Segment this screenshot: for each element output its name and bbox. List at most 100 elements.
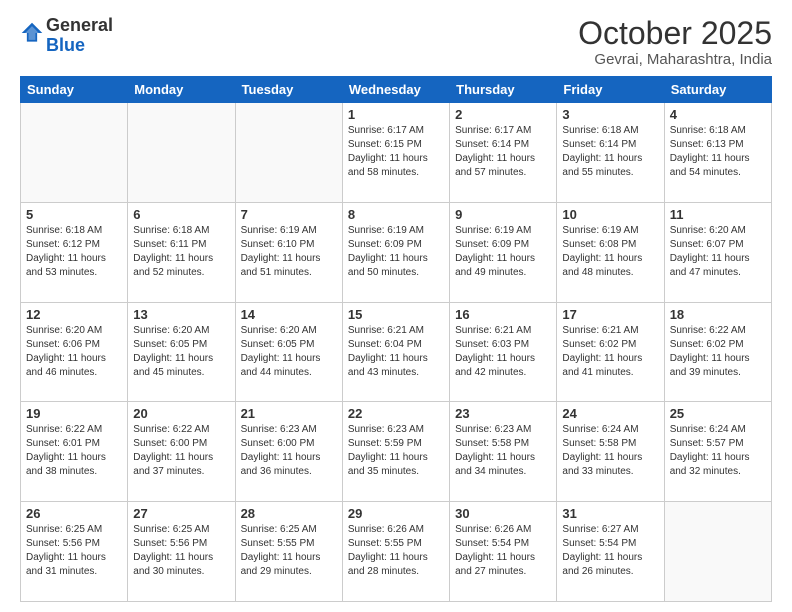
cell-info-14: Sunrise: 6:20 AM Sunset: 6:05 PM Dayligh…	[241, 324, 337, 380]
table-cell-1-5: 10 Sunrise: 6:19 AM Sunset: 6:08 PM Dayli…	[557, 202, 664, 302]
col-saturday: Saturday	[664, 77, 771, 103]
cell-info-12: Sunrise: 6:20 AM Sunset: 6:06 PM Dayligh…	[26, 324, 122, 380]
header: General Blue October 2025 Gevrai, Mahara…	[20, 16, 772, 68]
col-monday: Monday	[128, 77, 235, 103]
table-cell-0-2	[235, 103, 342, 203]
cell-info-22: Sunrise: 6:23 AM Sunset: 5:59 PM Dayligh…	[348, 423, 444, 479]
day-number-10: 10	[562, 207, 658, 222]
table-cell-2-4: 16 Sunrise: 6:21 AM Sunset: 6:03 PM Dayli…	[450, 302, 557, 402]
table-cell-1-0: 5 Sunrise: 6:18 AM Sunset: 6:12 PM Daylig…	[21, 202, 128, 302]
day-number-21: 21	[241, 406, 337, 421]
table-cell-3-6: 25 Sunrise: 6:24 AM Sunset: 5:57 PM Dayli…	[664, 402, 771, 502]
table-cell-4-3: 29Sunrise: 6:26 AM Sunset: 5:55 PM Dayli…	[342, 502, 449, 602]
cell-info-15: Sunrise: 6:21 AM Sunset: 6:04 PM Dayligh…	[348, 324, 444, 380]
cell-info-23: Sunrise: 6:23 AM Sunset: 5:58 PM Dayligh…	[455, 423, 551, 479]
week-row-1: 5 Sunrise: 6:18 AM Sunset: 6:12 PM Daylig…	[21, 202, 772, 302]
day-number-27: 27	[133, 506, 229, 521]
table-cell-3-2: 21 Sunrise: 6:23 AM Sunset: 6:00 PM Dayli…	[235, 402, 342, 502]
day-number-9: 9	[455, 207, 551, 222]
table-cell-2-0: 12 Sunrise: 6:20 AM Sunset: 6:06 PM Dayli…	[21, 302, 128, 402]
day-number-8: 8	[348, 207, 444, 222]
table-cell-1-4: 9Sunrise: 6:19 AM Sunset: 6:09 PM Daylig…	[450, 202, 557, 302]
day-number-2: 2	[455, 107, 551, 122]
logo-blue-text: Blue	[46, 35, 85, 55]
table-cell-0-5: 3Sunrise: 6:18 AM Sunset: 6:14 PM Daylig…	[557, 103, 664, 203]
header-row: Sunday Monday Tuesday Wednesday Thursday…	[21, 77, 772, 103]
cell-info-25: Sunrise: 6:24 AM Sunset: 5:57 PM Dayligh…	[670, 423, 766, 479]
cell-info-3: Sunrise: 6:18 AM Sunset: 6:14 PM Dayligh…	[562, 124, 658, 180]
table-cell-1-6: 11Sunrise: 6:20 AM Sunset: 6:07 PM Dayli…	[664, 202, 771, 302]
logo-icon	[20, 21, 44, 45]
day-number-16: 16	[455, 307, 551, 322]
cell-info-26: Sunrise: 6:25 AM Sunset: 5:56 PM Dayligh…	[26, 523, 122, 579]
logo-general-text: General	[46, 15, 113, 35]
cell-info-20: Sunrise: 6:22 AM Sunset: 6:00 PM Dayligh…	[133, 423, 229, 479]
cell-info-16: Sunrise: 6:21 AM Sunset: 6:03 PM Dayligh…	[455, 324, 551, 380]
cell-info-19: Sunrise: 6:22 AM Sunset: 6:01 PM Dayligh…	[26, 423, 122, 479]
table-cell-0-1	[128, 103, 235, 203]
day-number-17: 17	[562, 307, 658, 322]
day-number-13: 13	[133, 307, 229, 322]
day-number-14: 14	[241, 307, 337, 322]
week-row-0: 1 Sunrise: 6:17 AM Sunset: 6:15 PM Daylig…	[21, 103, 772, 203]
day-number-29: 29	[348, 506, 444, 521]
day-number-1: 1	[348, 107, 444, 122]
table-cell-3-5: 24Sunrise: 6:24 AM Sunset: 5:58 PM Dayli…	[557, 402, 664, 502]
week-row-4: 26 Sunrise: 6:25 AM Sunset: 5:56 PM Dayli…	[21, 502, 772, 602]
cell-info-28: Sunrise: 6:25 AM Sunset: 5:55 PM Dayligh…	[241, 523, 337, 579]
cell-info-2: Sunrise: 6:17 AM Sunset: 6:14 PM Dayligh…	[455, 124, 551, 180]
cell-info-31: Sunrise: 6:27 AM Sunset: 5:54 PM Dayligh…	[562, 523, 658, 579]
day-number-19: 19	[26, 406, 122, 421]
day-number-28: 28	[241, 506, 337, 521]
col-friday: Friday	[557, 77, 664, 103]
week-row-3: 19 Sunrise: 6:22 AM Sunset: 6:01 PM Dayli…	[21, 402, 772, 502]
day-number-5: 5	[26, 207, 122, 222]
cell-info-27: Sunrise: 6:25 AM Sunset: 5:56 PM Dayligh…	[133, 523, 229, 579]
cell-info-1: Sunrise: 6:17 AM Sunset: 6:15 PM Dayligh…	[348, 124, 444, 180]
day-number-25: 25	[670, 406, 766, 421]
day-number-23: 23	[455, 406, 551, 421]
cell-info-17: Sunrise: 6:21 AM Sunset: 6:02 PM Dayligh…	[562, 324, 658, 380]
cell-info-4: Sunrise: 6:18 AM Sunset: 6:13 PM Dayligh…	[670, 124, 766, 180]
cell-info-18: Sunrise: 6:22 AM Sunset: 6:02 PM Dayligh…	[670, 324, 766, 380]
calendar-table: Sunday Monday Tuesday Wednesday Thursday…	[20, 76, 772, 602]
table-cell-0-0	[21, 103, 128, 203]
col-thursday: Thursday	[450, 77, 557, 103]
logo-text: General Blue	[46, 16, 113, 56]
logo: General Blue	[20, 16, 113, 56]
week-row-2: 12 Sunrise: 6:20 AM Sunset: 6:06 PM Dayli…	[21, 302, 772, 402]
table-cell-4-0: 26 Sunrise: 6:25 AM Sunset: 5:56 PM Dayli…	[21, 502, 128, 602]
table-cell-3-3: 22 Sunrise: 6:23 AM Sunset: 5:59 PM Dayli…	[342, 402, 449, 502]
calendar-page: General Blue October 2025 Gevrai, Mahara…	[0, 0, 792, 612]
table-cell-3-1: 20Sunrise: 6:22 AM Sunset: 6:00 PM Dayli…	[128, 402, 235, 502]
cell-info-30: Sunrise: 6:26 AM Sunset: 5:54 PM Dayligh…	[455, 523, 551, 579]
day-number-6: 6	[133, 207, 229, 222]
cell-info-21: Sunrise: 6:23 AM Sunset: 6:00 PM Dayligh…	[241, 423, 337, 479]
table-cell-2-5: 17 Sunrise: 6:21 AM Sunset: 6:02 PM Dayli…	[557, 302, 664, 402]
cell-info-7: Sunrise: 6:19 AM Sunset: 6:10 PM Dayligh…	[241, 224, 337, 280]
table-cell-2-1: 13Sunrise: 6:20 AM Sunset: 6:05 PM Dayli…	[128, 302, 235, 402]
day-number-11: 11	[670, 207, 766, 222]
table-cell-1-2: 7 Sunrise: 6:19 AM Sunset: 6:10 PM Daylig…	[235, 202, 342, 302]
table-cell-1-1: 6 Sunrise: 6:18 AM Sunset: 6:11 PM Daylig…	[128, 202, 235, 302]
table-cell-2-6: 18Sunrise: 6:22 AM Sunset: 6:02 PM Dayli…	[664, 302, 771, 402]
table-cell-4-6	[664, 502, 771, 602]
day-number-7: 7	[241, 207, 337, 222]
table-cell-0-4: 2 Sunrise: 6:17 AM Sunset: 6:14 PM Daylig…	[450, 103, 557, 203]
day-number-31: 31	[562, 506, 658, 521]
table-cell-4-5: 31 Sunrise: 6:27 AM Sunset: 5:54 PM Dayli…	[557, 502, 664, 602]
table-cell-1-3: 8 Sunrise: 6:19 AM Sunset: 6:09 PM Daylig…	[342, 202, 449, 302]
table-cell-2-3: 15Sunrise: 6:21 AM Sunset: 6:04 PM Dayli…	[342, 302, 449, 402]
col-sunday: Sunday	[21, 77, 128, 103]
cell-info-5: Sunrise: 6:18 AM Sunset: 6:12 PM Dayligh…	[26, 224, 122, 280]
location: Gevrai, Maharashtra, India	[578, 51, 772, 68]
cell-info-6: Sunrise: 6:18 AM Sunset: 6:11 PM Dayligh…	[133, 224, 229, 280]
day-number-22: 22	[348, 406, 444, 421]
day-number-26: 26	[26, 506, 122, 521]
table-cell-4-1: 27 Sunrise: 6:25 AM Sunset: 5:56 PM Dayli…	[128, 502, 235, 602]
cell-info-8: Sunrise: 6:19 AM Sunset: 6:09 PM Dayligh…	[348, 224, 444, 280]
day-number-12: 12	[26, 307, 122, 322]
month-title: October 2025	[578, 16, 772, 51]
day-number-30: 30	[455, 506, 551, 521]
cell-info-10: Sunrise: 6:19 AM Sunset: 6:08 PM Dayligh…	[562, 224, 658, 280]
